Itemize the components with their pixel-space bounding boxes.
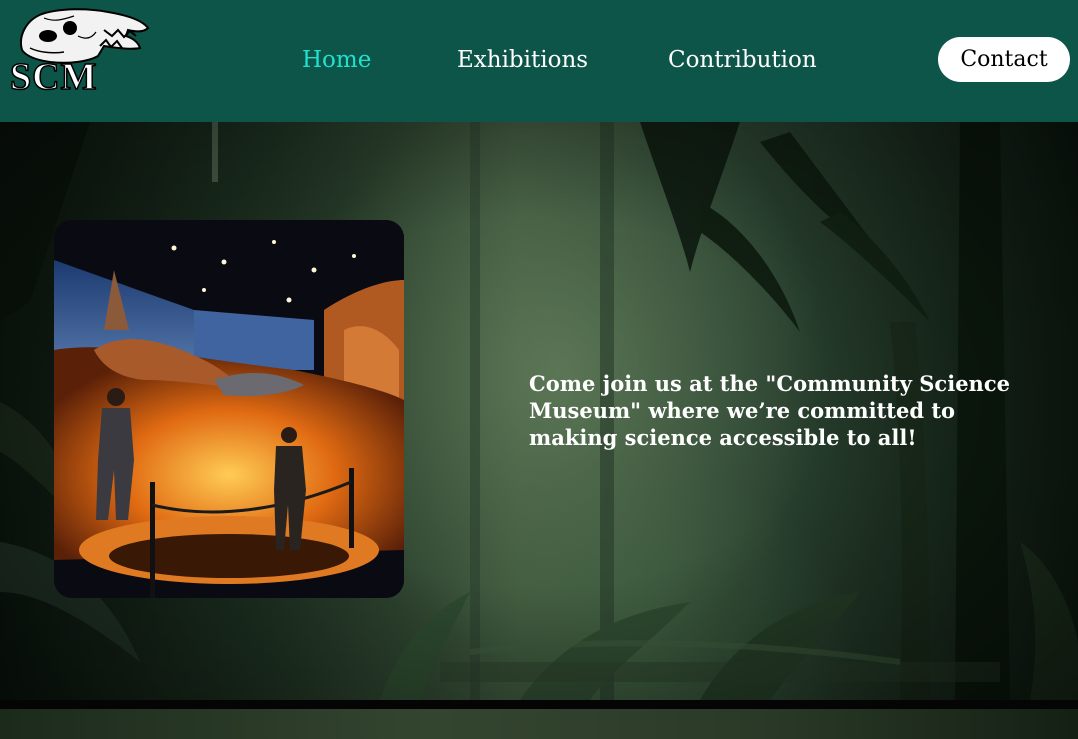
nav-home[interactable]: Home xyxy=(302,42,371,78)
next-section-background xyxy=(0,709,1078,739)
contact-button[interactable]: Contact xyxy=(938,37,1070,82)
site-header: SCM Home Exhibitions Contribution Contac… xyxy=(0,0,1078,122)
hero-tagline: Come join us at the "Community Science M… xyxy=(529,371,1010,450)
museum-exhibit-photo xyxy=(54,220,404,598)
hero-section: Come join us at the "Community Science M… xyxy=(0,122,1078,700)
section-divider xyxy=(0,700,1078,709)
nav-contribution[interactable]: Contribution xyxy=(668,42,817,78)
logo-text: SCM xyxy=(9,56,98,98)
scm-logo[interactable]: SCM xyxy=(8,6,152,100)
nav-exhibitions[interactable]: Exhibitions xyxy=(457,42,588,78)
